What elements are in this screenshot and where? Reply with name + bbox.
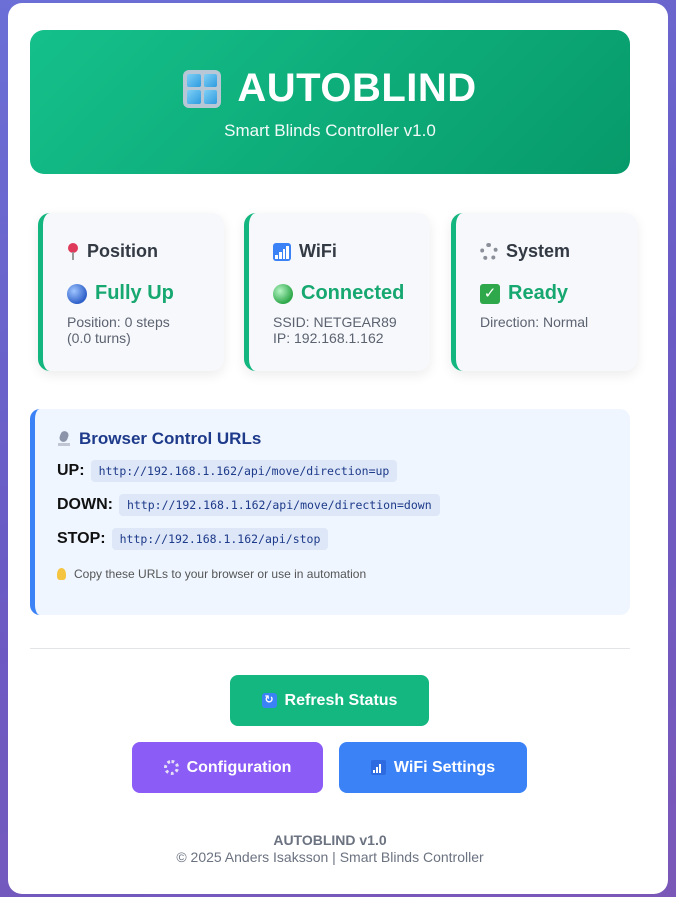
url-row-down: DOWN: http://192.168.1.162/api/move/dire…	[57, 493, 630, 517]
position-turns: (0.0 turns)	[67, 330, 131, 346]
footer-copyright: © 2025 Anders Isaksson | Smart Blinds Co…	[176, 849, 484, 865]
check-icon: ✓	[480, 283, 500, 304]
configuration-label: Configuration	[186, 758, 292, 776]
up-url[interactable]: http://192.168.1.162/api/move/direction=…	[90, 460, 398, 482]
urls-tip-text: Copy these URLs to your browser or use i…	[74, 567, 367, 581]
wifi-value: Connected	[273, 282, 430, 305]
wifi-settings-button[interactable]: WiFi Settings	[339, 742, 527, 793]
app-subtitle: Smart Blinds Controller v1.0	[224, 121, 436, 140]
position-heading: Position	[67, 241, 224, 262]
wifi-ssid: SSID: NETGEAR89	[273, 314, 397, 330]
position-value-text: Fully Up	[95, 282, 174, 304]
green-circle-icon	[273, 283, 293, 304]
gear-icon	[163, 760, 179, 775]
url-row-up: UP: http://192.168.1.162/api/move/direct…	[57, 459, 630, 483]
wifi-heading: WiFi	[273, 241, 430, 262]
pin-icon	[67, 242, 79, 261]
urls-tip: Copy these URLs to your browser or use i…	[57, 567, 630, 581]
wifi-detail: SSID: NETGEAR89 IP: 192.168.1.162	[273, 314, 430, 346]
wifi-title: WiFi	[299, 241, 337, 261]
system-direction: Direction: Normal	[480, 314, 589, 330]
configuration-button[interactable]: Configuration	[132, 742, 323, 793]
system-title: System	[506, 241, 571, 261]
system-detail: Direction: Normal	[480, 314, 637, 330]
header-title-row: AUTOBLIND	[30, 66, 630, 111]
position-steps: Position: 0 steps	[67, 314, 170, 330]
refresh-status-button[interactable]: ↻ Refresh Status	[230, 675, 429, 726]
down-url[interactable]: http://192.168.1.162/api/move/direction=…	[118, 494, 440, 516]
signal-icon	[273, 242, 291, 261]
up-label: UP:	[57, 462, 85, 479]
app-title: AUTOBLIND	[237, 66, 477, 110]
down-label: DOWN:	[57, 496, 113, 513]
footer: AUTOBLIND v1.0 © 2025 Anders Isaksson | …	[30, 832, 630, 865]
system-value: ✓ Ready	[480, 282, 637, 305]
system-heading: System	[480, 241, 637, 262]
stop-url[interactable]: http://192.168.1.162/api/stop	[111, 528, 329, 550]
blue-circle-icon	[67, 283, 87, 304]
wifi-settings-label: WiFi Settings	[393, 758, 496, 776]
signal-icon	[370, 760, 386, 775]
position-detail: Position: 0 steps (0.0 turns)	[67, 314, 224, 346]
window-icon	[183, 69, 222, 108]
wifi-value-text: Connected	[301, 282, 405, 304]
gear-icon	[480, 242, 498, 261]
system-value-text: Ready	[508, 282, 569, 304]
refresh-status-label: Refresh Status	[284, 691, 398, 709]
position-status-card: Position Fully Up Position: 0 steps (0.0…	[38, 213, 224, 371]
urls-heading: Browser Control URLs	[57, 429, 630, 449]
bulb-icon	[57, 568, 66, 580]
header-banner: AUTOBLIND Smart Blinds Controller v1.0	[30, 30, 630, 174]
microphone-icon	[57, 431, 71, 447]
url-row-stop: STOP: http://192.168.1.162/api/stop	[57, 527, 630, 551]
urls-title: Browser Control URLs	[79, 429, 262, 448]
position-title: Position	[87, 241, 158, 261]
system-status-card: System ✓ Ready Direction: Normal	[451, 213, 637, 371]
wifi-ip: IP: 192.168.1.162	[273, 330, 384, 346]
stop-label: STOP:	[57, 530, 106, 547]
browser-control-urls-panel: Browser Control URLs UP: http://192.168.…	[30, 409, 630, 615]
refresh-icon: ↻	[261, 693, 277, 708]
divider	[30, 648, 630, 649]
wifi-status-card: WiFi Connected SSID: NETGEAR89 IP: 192.1…	[244, 213, 430, 371]
position-value: Fully Up	[67, 282, 224, 305]
footer-title: AUTOBLIND v1.0	[273, 832, 387, 848]
